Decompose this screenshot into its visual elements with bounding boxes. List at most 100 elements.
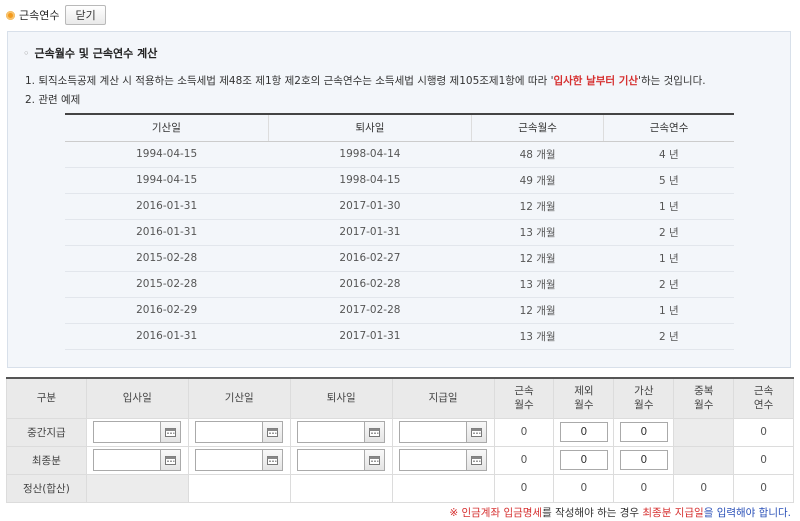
table-row: 1994-04-15 1998-04-15 49 개월 5 년 — [65, 167, 734, 194]
info-line-1-highlight: 입사한 날부터 기산 — [553, 75, 639, 87]
settlement-join-date — [85, 473, 189, 503]
leave-date-cell: 2017-01-30 — [268, 193, 472, 220]
header-line: 근속 — [514, 385, 534, 398]
service-years-cell: 1 년 — [603, 245, 734, 272]
final-leave-date-input[interactable] — [297, 449, 366, 471]
interim-service-years: 0 — [733, 417, 794, 447]
final-excluded-months-cell — [553, 445, 615, 475]
settlement-start-date — [187, 473, 291, 503]
interim-added-months-input[interactable] — [619, 422, 668, 442]
service-months-cell: 12 개월 — [471, 297, 604, 324]
orange-bullet-icon — [6, 10, 15, 20]
header-line: 월수 — [574, 399, 594, 412]
service-years-cell: 2 년 — [603, 271, 734, 298]
start-date-cell: 2016-01-31 — [65, 323, 269, 350]
info-line-1-prefix: 1. 퇴직소득공제 계산 시 적용하는 소득세법 제48조 제1항 제2호의 근… — [25, 75, 554, 87]
info-line-2: 2. 관련 예제 — [25, 94, 81, 106]
final-excluded-months-input[interactable] — [559, 450, 608, 470]
settlement-pay-date — [391, 473, 495, 503]
service-months-cell: 13 개월 — [471, 271, 604, 298]
interim-join-date-cell — [85, 417, 189, 447]
calendar-icon[interactable] — [467, 449, 488, 471]
final-pay-date-cell — [391, 445, 495, 475]
table-row: 2016-01-31 2017-01-31 13 개월 2 년 — [65, 219, 734, 246]
info-panel: ◦ 근속월수 및 근속연수 계산 1. 퇴직소득공제 계산 시 적용하는 소득세법… — [7, 31, 791, 368]
interim-pay-date-input[interactable] — [399, 421, 468, 443]
final-join-date-cell — [85, 445, 189, 475]
start-date-cell: 2016-01-31 — [65, 219, 269, 246]
calendar-icon[interactable] — [365, 421, 386, 443]
final-leave-date-cell — [289, 445, 393, 475]
row-label-final: 최종분 — [6, 445, 87, 475]
leave-date-cell: 2016-02-28 — [268, 271, 472, 298]
col-header-added-months: 가산 월수 — [613, 377, 675, 419]
interim-start-date-input[interactable] — [195, 421, 264, 443]
calendar-icon[interactable] — [365, 449, 386, 471]
final-service-months: 0 — [493, 445, 555, 475]
footnote: ※ 인금계좌 입금명세를 작성해야 하는 경우 최종분 지급일을 입력해야 합니… — [449, 505, 791, 520]
table-row: 2016-01-31 2017-01-31 13 개월 2 년 — [65, 323, 734, 350]
final-join-date-input[interactable] — [93, 449, 162, 471]
final-added-months-cell — [613, 445, 675, 475]
settlement-overlap-months: 0 — [673, 473, 735, 503]
header-line: 가산 — [634, 385, 654, 398]
final-added-months-input[interactable] — [619, 450, 668, 470]
service-years-cell: 2 년 — [603, 323, 734, 350]
col-header-overlap-months: 중복 월수 — [673, 377, 735, 419]
col-header-service-years: 근속연수 — [733, 377, 794, 419]
service-months-cell: 12 개월 — [471, 245, 604, 272]
leave-date-cell: 2017-01-31 — [268, 219, 472, 246]
col-header-service-months: 근속월수 — [471, 113, 604, 142]
settlement-added-months: 0 — [613, 473, 675, 503]
leave-date-cell: 1998-04-14 — [268, 141, 472, 168]
table-row: 1994-04-15 1998-04-14 48 개월 4 년 — [65, 141, 734, 168]
leave-date-cell: 2017-01-31 — [268, 323, 472, 350]
calendar-icon[interactable] — [161, 449, 182, 471]
calendar-icon[interactable] — [263, 449, 284, 471]
calendar-icon[interactable] — [467, 421, 488, 443]
service-months-cell: 13 개월 — [471, 323, 604, 350]
note-account-statement: 인금계좌 입금명세 — [461, 507, 543, 519]
final-service-years: 0 — [733, 445, 794, 475]
interim-excluded-months-cell — [553, 417, 615, 447]
final-pay-date-input[interactable] — [399, 449, 468, 471]
header-line: 월수 — [694, 399, 714, 412]
note-text-end: 을 입력해야 합니다. — [703, 507, 791, 519]
info-line-1-suffix: '하는 것입니다. — [638, 75, 706, 87]
leave-date-cell: 2016-02-27 — [268, 245, 472, 272]
example-table: 기산일 퇴사일 근속월수 근속연수 1994-04-15 1998-04-14 48… — [65, 113, 734, 350]
header-line: 근속 — [753, 385, 774, 398]
interim-start-date-cell — [187, 417, 291, 447]
table-row: 2015-02-28 2016-02-28 13 개월 2 년 — [65, 271, 734, 298]
settlement-leave-date — [289, 473, 393, 503]
header-line: 중복 — [694, 385, 714, 398]
page-header: 근속연수 닫기 — [6, 5, 106, 25]
row-label-settlement: 정산(합산) — [6, 473, 87, 503]
col-header-start-date: 기산일 — [65, 113, 269, 142]
calendar-icon[interactable] — [263, 421, 284, 443]
start-date-cell: 2015-02-28 — [65, 245, 269, 272]
service-months-cell: 49 개월 — [471, 167, 604, 194]
service-years-cell: 5 년 — [603, 167, 734, 194]
header-line: 연수 — [753, 399, 774, 412]
col-header-start-date: 기산일 — [187, 377, 291, 419]
settlement-row: 정산(합산) 0 0 0 0 0 — [6, 473, 794, 503]
final-overlap-months — [673, 445, 735, 475]
interim-join-date-input[interactable] — [93, 421, 162, 443]
start-date-cell: 2015-02-28 — [65, 271, 269, 298]
interim-payment-row: 중간지급 0 0 — [6, 417, 794, 447]
leave-date-cell: 2017-02-28 — [268, 297, 472, 324]
final-start-date-cell — [187, 445, 291, 475]
close-button[interactable]: 닫기 — [65, 5, 106, 25]
col-header-leave-date: 퇴사일 — [289, 377, 393, 419]
interim-leave-date-cell — [289, 417, 393, 447]
interim-overlap-months — [673, 417, 735, 447]
calendar-icon[interactable] — [161, 421, 182, 443]
col-header-service-years: 근속연수 — [603, 113, 734, 142]
service-months-cell: 48 개월 — [471, 141, 604, 168]
table-row: 2016-02-29 2017-02-28 12 개월 1 년 — [65, 297, 734, 324]
final-start-date-input[interactable] — [195, 449, 264, 471]
interim-leave-date-input[interactable] — [297, 421, 366, 443]
interim-excluded-months-input[interactable] — [559, 422, 608, 442]
info-subtitle: ◦ 근속월수 및 근속연수 계산 — [23, 47, 158, 60]
